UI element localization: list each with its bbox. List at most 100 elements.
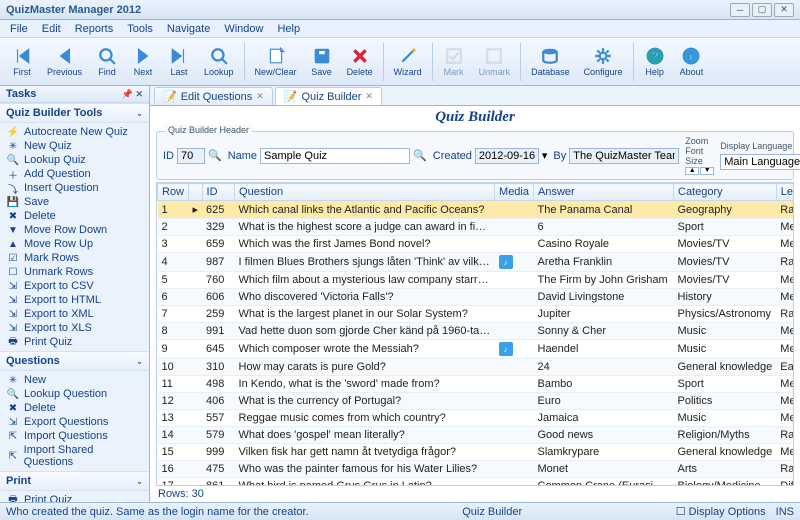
col-row[interactable]: Row (158, 184, 189, 201)
table-row[interactable]: 8991Vad hette duon som gjorde Cher känd … (158, 323, 795, 340)
sidebar-item-insert-question[interactable]: ⤵Insert Question (2, 181, 147, 195)
name-label: Name (228, 150, 257, 162)
find-button[interactable]: Find (89, 43, 125, 80)
chevron-icon: ⌄ (136, 357, 143, 366)
close-tab-icon[interactable]: ✕ (365, 91, 373, 102)
sidebar-group-questions[interactable]: Questions⌄ (0, 351, 149, 371)
table-row[interactable]: 15999Vilken fisk har gett namn åt tvetyd… (158, 444, 795, 461)
about-button[interactable]: iAbout (673, 43, 711, 80)
item-icon: 🔍 (6, 154, 20, 166)
help-button[interactable]: ?Help (637, 43, 673, 80)
table-row[interactable]: 3659Which was the first James Bond novel… (158, 236, 795, 253)
sidebar-item-add-question[interactable]: ＋Add Question (2, 167, 147, 181)
sidebar-item-move-row-down[interactable]: ▼Move Row Down (2, 223, 147, 237)
sidebar-item-mark-rows[interactable]: ☑Mark Rows (2, 251, 147, 265)
table-row[interactable]: 2329What is the highest score a judge ca… (158, 219, 795, 236)
col-media[interactable]: Media (495, 184, 534, 201)
sidebar-item-export-to-xml[interactable]: ⇲Export to XML (2, 307, 147, 321)
next-button[interactable]: Next (125, 43, 161, 80)
name-field[interactable] (260, 148, 410, 164)
language-select[interactable]: Main Language (720, 154, 800, 170)
configure-button[interactable]: Configure (577, 43, 630, 80)
created-label: Created (433, 150, 472, 162)
menu-window[interactable]: Window (218, 21, 269, 37)
sidebar-item-unmark-rows[interactable]: ☐Unmark Rows (2, 265, 147, 279)
first-button[interactable]: First (4, 43, 40, 80)
sidebar-item-save[interactable]: 💾Save (2, 195, 147, 209)
table-row[interactable]: 11498In Kendo, what is the 'sword' made … (158, 376, 795, 393)
minimize-button[interactable]: ─ (730, 3, 750, 17)
save-button[interactable]: Save (304, 43, 340, 80)
menu-help[interactable]: Help (271, 21, 306, 37)
col-category[interactable]: Category (674, 184, 777, 201)
sidebar-item-export-questions[interactable]: ⇲Export Questions (2, 415, 147, 429)
sidebar-group-quiz-builder-tools[interactable]: Quiz Builder Tools⌄ (0, 103, 149, 123)
lookup-icon[interactable]: 🔍 (413, 149, 427, 162)
maximize-button[interactable]: ▢ (752, 3, 772, 17)
quiz-grid[interactable]: RowIDQuestionMediaAnswerCategoryLevelCre… (156, 182, 794, 486)
col-level[interactable]: Level (776, 184, 794, 201)
new-clear-button[interactable]: New/Clear (248, 43, 304, 80)
sidebar-item-export-to-xls[interactable]: ⇲Export to XLS (2, 321, 147, 335)
created-field[interactable] (475, 148, 539, 164)
menu-edit[interactable]: Edit (36, 21, 67, 37)
toolbar: FirstPreviousFindNextLastLookupNew/Clear… (0, 38, 800, 86)
tab-edit-questions[interactable]: 📝Edit Questions✕ (154, 87, 273, 105)
sidebar-item-lookup-quiz[interactable]: 🔍Lookup Quiz (2, 153, 147, 167)
lookup-icon[interactable]: 🔍 (208, 149, 222, 162)
col-answer[interactable]: Answer (534, 184, 674, 201)
sidebar-group-print[interactable]: Print⌄ (0, 471, 149, 491)
sidebar-item-delete[interactable]: ✖Delete (2, 209, 147, 223)
save-icon (312, 46, 332, 66)
delete-button[interactable]: Delete (340, 43, 380, 80)
table-row[interactable]: 13557Reggae music comes from which count… (158, 410, 795, 427)
sidebar-item-export-to-csv[interactable]: ⇲Export to CSV (2, 279, 147, 293)
sidebar-item-export-to-html[interactable]: ⇲Export to HTML (2, 293, 147, 307)
lookup-button[interactable]: Lookup (197, 43, 241, 80)
sidebar-item-move-row-up[interactable]: ▲Move Row Up (2, 237, 147, 251)
wizard-button[interactable]: Wizard (387, 43, 429, 80)
zoom-out-button[interactable]: ▼ (700, 167, 714, 175)
previous-button[interactable]: Previous (40, 43, 89, 80)
table-row[interactable]: 16475Who was the painter famous for his … (158, 461, 795, 478)
table-row[interactable]: 6606Who discovered 'Victoria Falls'?Davi… (158, 289, 795, 306)
document-tabs: 📝Edit Questions✕📝Quiz Builder✕ (150, 86, 800, 106)
col-question[interactable]: Question (235, 184, 495, 201)
table-row[interactable]: 5760Which film about a mysterious law co… (158, 272, 795, 289)
table-row[interactable]: 14579What does 'gospel' mean literally?G… (158, 427, 795, 444)
sidebar-item-print-quiz[interactable]: 🖶Print Quiz (2, 493, 147, 502)
sidebar-item-delete[interactable]: ✖Delete (2, 401, 147, 415)
display-options[interactable]: ☐ Display Options (676, 505, 766, 518)
item-icon: ▲ (6, 238, 20, 250)
sidebar-item-import-shared-questions[interactable]: ⇱Import Shared Questions (2, 443, 147, 469)
sidebar-item-import-questions[interactable]: ⇱Import Questions (2, 429, 147, 443)
last-button[interactable]: Last (161, 43, 197, 80)
database-button[interactable]: Database (524, 43, 577, 80)
table-row[interactable]: 17861What bird is named Grus Grus in Lat… (158, 478, 795, 487)
table-row[interactable]: 12406What is the currency of Portugal?Eu… (158, 393, 795, 410)
table-row[interactable]: 4987I filmen Blues Brothers sjungs låten… (158, 253, 795, 272)
item-icon: 🖶 (6, 336, 20, 348)
menu-navigate[interactable]: Navigate (161, 21, 216, 37)
close-tab-icon[interactable]: ✕ (256, 91, 264, 102)
calendar-icon[interactable]: ▾ (542, 149, 548, 162)
pin-icon[interactable]: 📌 ✕ (122, 89, 143, 100)
table-row[interactable]: 1▸625Which canal links the Atlantic and … (158, 201, 795, 219)
sidebar-item-new[interactable]: ✳New (2, 373, 147, 387)
sidebar-item-new-quiz[interactable]: ✳New Quiz (2, 139, 147, 153)
sidebar-item-lookup-question[interactable]: 🔍Lookup Question (2, 387, 147, 401)
close-button[interactable]: ✕ (774, 3, 794, 17)
table-row[interactable]: 7259What is the largest planet in our So… (158, 306, 795, 323)
zoom-in-button[interactable]: ▲ (685, 167, 699, 175)
col-marker[interactable] (189, 184, 203, 201)
tab-quiz-builder[interactable]: 📝Quiz Builder✕ (275, 87, 382, 105)
table-row[interactable]: 9645Which composer wrote the Messiah?♪Ha… (158, 340, 795, 359)
sidebar-item-autocreate-new-quiz[interactable]: ⚡Autocreate New Quiz (2, 125, 147, 139)
menu-reports[interactable]: Reports (69, 21, 120, 37)
menu-file[interactable]: File (4, 21, 34, 37)
sidebar-item-print-quiz[interactable]: 🖶Print Quiz (2, 335, 147, 349)
menu-tools[interactable]: Tools (121, 21, 159, 37)
table-row[interactable]: 10310How may carats is pure Gold?24Gener… (158, 359, 795, 376)
col-id[interactable]: ID (202, 184, 234, 201)
id-field[interactable] (177, 148, 205, 164)
